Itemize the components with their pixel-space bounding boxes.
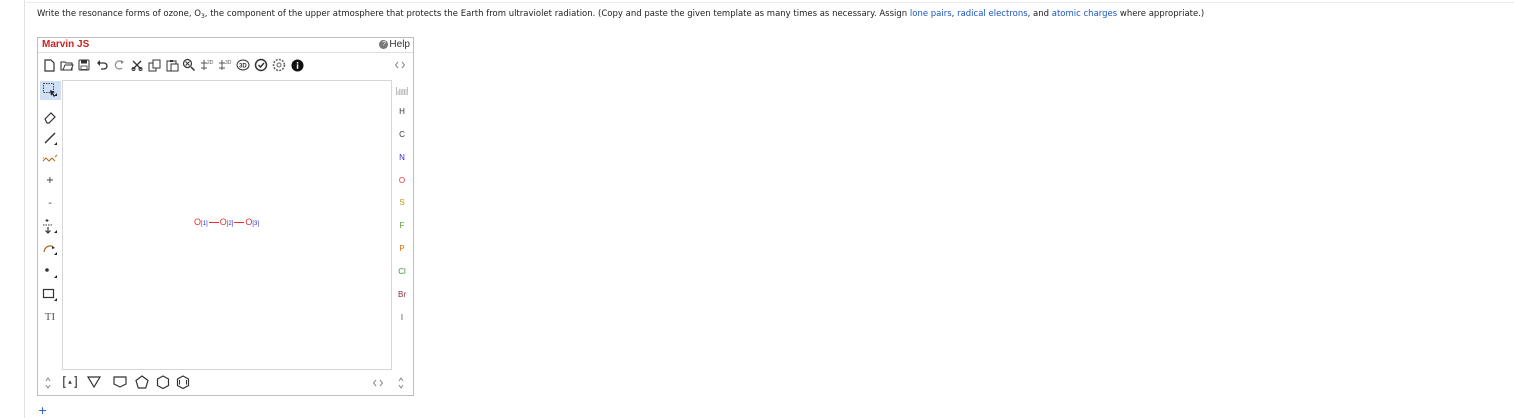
bottom-scroll-arrows-icon[interactable] <box>40 375 56 391</box>
3d-view-label: 3D <box>239 64 247 70</box>
atom-map-index: [3] <box>252 221 260 227</box>
check-structure-icon[interactable] <box>253 57 269 73</box>
element-cl-button[interactable]: Cl <box>392 267 412 276</box>
undo-icon[interactable] <box>94 57 110 73</box>
radical-dot-icon[interactable] <box>42 263 58 279</box>
element-n-button[interactable]: N <box>392 153 412 162</box>
select-rectangle-icon[interactable] <box>42 82 58 98</box>
new-document-icon[interactable] <box>41 57 57 73</box>
atom-map-index: [2] <box>226 221 234 227</box>
question-middle: , the component of the upper atmosphere … <box>204 9 910 19</box>
atom-symbol[interactable]: O <box>194 217 201 227</box>
help-label: Help <box>389 39 410 50</box>
ozone-template[interactable]: O [1] O [2] O [3] <box>194 217 259 227</box>
reaction-arrow-icon[interactable] <box>42 218 58 234</box>
decrease-charge-button[interactable]: - <box>42 195 58 211</box>
curved-arrow-icon[interactable] <box>42 240 58 256</box>
settings-gear-icon[interactable] <box>271 57 287 73</box>
cut-icon[interactable] <box>129 57 145 73</box>
plus-charge-label: + <box>45 174 55 186</box>
element-i-button[interactable]: I <box>392 313 412 322</box>
3d-view-icon[interactable]: 3D <box>235 57 251 73</box>
question-sep2: , and <box>1027 9 1052 19</box>
editor-brand: Marvin JS <box>42 39 90 50</box>
template-vertical-scroll-icon[interactable] <box>393 375 409 391</box>
save-icon[interactable] <box>76 57 92 73</box>
rectangle-shape-icon[interactable] <box>42 286 58 302</box>
element-f-button[interactable]: F <box>392 221 412 230</box>
open-file-icon[interactable] <box>59 57 75 73</box>
help-icon: ? <box>379 40 389 49</box>
top-rule <box>24 2 1514 3</box>
eraser-icon[interactable] <box>42 109 58 125</box>
atomic-charges-link[interactable]: atomic charges <box>1052 9 1117 19</box>
zoom-icon[interactable] <box>181 57 197 73</box>
clean-3d-label: 3D <box>225 60 232 66</box>
atom-symbol[interactable]: O <box>220 217 227 227</box>
info-icon[interactable] <box>289 57 305 73</box>
element-o-button[interactable]: O <box>392 176 412 185</box>
atom-symbol[interactable]: O <box>245 217 252 227</box>
bracket-template-icon[interactable] <box>62 374 78 390</box>
redo-icon[interactable] <box>111 57 127 73</box>
periodic-table-icon[interactable] <box>394 83 410 99</box>
radical-electrons-link[interactable]: radical electrons <box>957 9 1028 19</box>
text-tool-label: TI <box>44 311 56 323</box>
minus-charge-label: - <box>48 197 52 209</box>
help-button[interactable]: ? Help <box>379 39 410 50</box>
drawing-canvas[interactable]: O [1] O [2] O [3] <box>62 80 392 370</box>
template-horizontal-scroll-icon[interactable] <box>370 375 386 391</box>
element-p-button[interactable]: P <box>392 244 412 253</box>
copy-icon[interactable] <box>146 57 162 73</box>
cyclobutane-template-icon[interactable] <box>112 374 128 390</box>
cyclopropane-template-icon[interactable] <box>86 374 102 390</box>
clean-2d-icon[interactable]: 2D <box>199 57 215 73</box>
cyclohexane-template-icon[interactable] <box>155 374 171 390</box>
increase-charge-button[interactable]: + <box>42 172 58 188</box>
single-bond[interactable] <box>234 221 245 223</box>
marvin-editor: Marvin JS ? Help 2D 3D 3D + - TI O [1] O… <box>37 37 414 396</box>
lone-pairs-link[interactable]: lone pairs <box>910 9 952 19</box>
element-c-button[interactable]: C <box>392 130 412 139</box>
paste-icon[interactable] <box>164 57 180 73</box>
question-prefix: Write the resonance forms of ozone, O <box>37 9 201 19</box>
atom-map-index: [1] <box>201 221 208 227</box>
single-bond-icon[interactable] <box>42 130 58 146</box>
clean-2d-label: 2D <box>207 60 214 66</box>
element-br-button[interactable]: Br <box>392 290 412 299</box>
page-left-rule <box>24 0 25 418</box>
add-answer-button[interactable]: + <box>38 404 47 417</box>
clean-3d-icon[interactable]: 3D <box>217 57 233 73</box>
element-s-button[interactable]: S <box>392 198 412 207</box>
text-tool-button[interactable]: TI <box>42 309 58 325</box>
cyclopentane-template-icon[interactable] <box>134 374 150 390</box>
question-suffix: where appropriate.) <box>1117 9 1205 19</box>
single-bond[interactable] <box>208 221 219 223</box>
chain-icon[interactable] <box>42 150 58 166</box>
toolbar-scroll-arrows-icon[interactable] <box>392 57 408 73</box>
benzene-template-icon[interactable] <box>175 374 191 390</box>
editor-titlebar: Marvin JS ? Help <box>38 38 413 53</box>
question-text: Write the resonance forms of ozone, O3, … <box>37 8 1204 23</box>
element-h-button[interactable]: H <box>392 107 412 116</box>
